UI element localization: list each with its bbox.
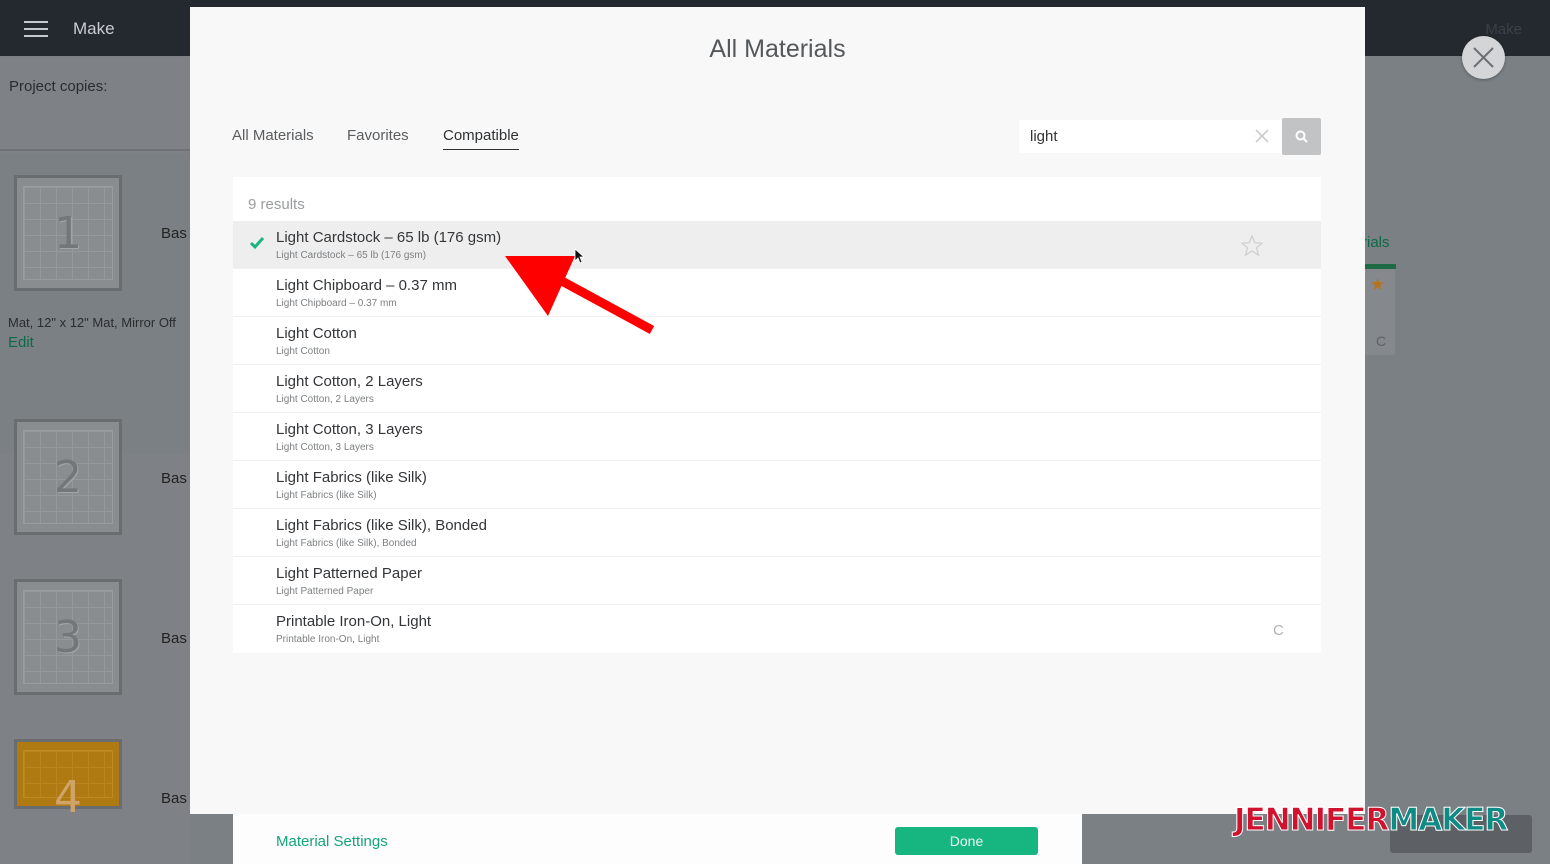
- project-copies-row: Project copies:: [0, 57, 190, 151]
- material-subtitle: Light Cotton, 3 Layers: [276, 442, 374, 453]
- mat-item[interactable]: 4 Bas: [0, 717, 190, 864]
- mat-thumbnail[interactable]: 1: [14, 175, 122, 291]
- left-panel: Project copies: 1 Bas Mat, 12" x 12" Mat…: [0, 57, 190, 864]
- mat-number: 1: [54, 208, 82, 259]
- material-name: Light Cotton: [276, 325, 357, 342]
- material-name: Printable Iron-On, Light: [276, 613, 432, 630]
- watermark-logo: JENNIFERMAKER: [1233, 802, 1509, 839]
- app-window: Make Make Project copies: 1 Bas Mat, 12"…: [0, 0, 1550, 864]
- material-name: Light Cotton, 2 Layers: [276, 373, 423, 390]
- mat-label: Bas: [161, 790, 187, 807]
- mat-label: Bas: [161, 225, 187, 242]
- right-panel: [1365, 57, 1550, 864]
- material-row[interactable]: Light Fabrics (like Silk), Bonded Light …: [233, 509, 1321, 557]
- material-subtitle: Light Cotton: [276, 346, 330, 357]
- refresh-icon[interactable]: C: [1376, 333, 1386, 349]
- results-list: 9 results Light Cardstock – 65 lb (176 g…: [233, 177, 1321, 653]
- mat-item[interactable]: 2 Bas: [0, 397, 190, 557]
- material-name: Light Patterned Paper: [276, 565, 422, 582]
- material-row[interactable]: Light Cardstock – 65 lb (176 gsm) Light …: [233, 221, 1321, 269]
- search-icon: [1295, 130, 1308, 143]
- search-input[interactable]: [1019, 120, 1282, 153]
- material-subtitle: Printable Iron-On, Light: [276, 634, 380, 645]
- material-name: Light Chipboard – 0.37 mm: [276, 277, 457, 294]
- right-panel-materials-text[interactable]: rials: [1362, 234, 1390, 251]
- material-subtitle: Light Cotton, 2 Layers: [276, 394, 374, 405]
- material-row[interactable]: Light Fabrics (like Silk) Light Fabrics …: [233, 461, 1321, 509]
- results-count: 9 results: [248, 196, 305, 213]
- search-button[interactable]: [1282, 118, 1321, 155]
- material-row[interactable]: Printable Iron-On, Light Printable Iron-…: [233, 605, 1321, 653]
- done-button[interactable]: Done: [895, 827, 1038, 855]
- material-subtitle: Light Cardstock – 65 lb (176 gsm): [276, 250, 427, 261]
- clear-search-icon[interactable]: [1255, 129, 1269, 143]
- material-name: Light Fabrics (like Silk): [276, 469, 427, 486]
- modal-title: All Materials: [709, 35, 846, 63]
- material-row[interactable]: Light Cotton, 2 Layers Light Cotton, 2 L…: [233, 365, 1321, 413]
- hamburger-menu-icon[interactable]: [24, 21, 48, 37]
- materials-modal: All Materials All Materials Favorites Co…: [190, 7, 1365, 814]
- material-row[interactable]: Light Cotton Light Cotton: [233, 317, 1321, 365]
- loading-spinner-icon: C: [1273, 622, 1284, 639]
- close-icon: [1473, 47, 1494, 68]
- material-subtitle: Light Fabrics (like Silk): [276, 490, 377, 501]
- material-name: Light Cardstock – 65 lb (176 gsm): [276, 229, 502, 246]
- mat-edit-link[interactable]: Edit: [8, 334, 34, 351]
- material-subtitle: Light Patterned Paper: [276, 586, 374, 597]
- material-subtitle: Light Fabrics (like Silk), Bonded: [276, 538, 417, 549]
- material-row[interactable]: Light Chipboard – 0.37 mm Light Chipboar…: [233, 269, 1321, 317]
- material-row[interactable]: Light Cotton, 3 Layers Light Cotton, 3 L…: [233, 413, 1321, 461]
- material-name: Light Fabrics (like Silk), Bonded: [276, 517, 487, 534]
- tab-all-materials[interactable]: All Materials: [232, 127, 314, 149]
- app-title: Make: [73, 19, 115, 38]
- close-modal-button[interactable]: [1462, 36, 1505, 79]
- mouse-cursor-icon: [574, 248, 584, 264]
- material-settings-link[interactable]: Material Settings: [276, 833, 388, 850]
- project-copies-label: Project copies:: [9, 78, 108, 95]
- mat-thumbnail[interactable]: 3: [14, 579, 122, 695]
- mat-number: 3: [54, 612, 82, 663]
- mat-label: Bas: [161, 630, 187, 647]
- favorite-star-icon[interactable]: [1241, 235, 1263, 256]
- mat-number: 4: [54, 772, 82, 823]
- material-row[interactable]: Light Patterned Paper Light Patterned Pa…: [233, 557, 1321, 605]
- mat-item[interactable]: 3 Bas: [0, 557, 190, 717]
- mat-thumbnail[interactable]: 4: [14, 739, 122, 823]
- selected-check-icon: [249, 237, 265, 250]
- tab-favorites[interactable]: Favorites: [347, 127, 409, 149]
- mat-thumbnail[interactable]: 2: [14, 419, 122, 535]
- material-name: Light Cotton, 3 Layers: [276, 421, 423, 438]
- modal-footer: Material Settings Done: [233, 814, 1082, 864]
- search-bar: [1019, 118, 1321, 155]
- favorite-star-icon[interactable]: ★: [1370, 275, 1385, 295]
- material-subtitle: Light Chipboard – 0.37 mm: [276, 298, 397, 309]
- top-right-label: Make: [1485, 21, 1522, 38]
- watermark-part2: MAKER: [1388, 802, 1509, 839]
- tab-compatible[interactable]: Compatible: [443, 127, 519, 150]
- watermark-part1: JENNIFER: [1233, 802, 1389, 839]
- mat-label: Bas: [161, 470, 187, 487]
- mat-info: Mat, 12" x 12" Mat, Mirror Off: [8, 315, 176, 330]
- mat-number: 2: [54, 452, 82, 503]
